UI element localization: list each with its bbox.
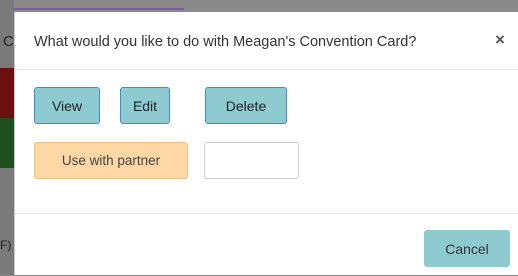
edit-button[interactable]: Edit <box>120 87 170 124</box>
partner-name-input[interactable] <box>204 142 299 179</box>
background-red-block <box>0 68 14 118</box>
background-purple-line <box>14 8 184 10</box>
view-button[interactable]: View <box>34 87 100 124</box>
background-fragment-bottom-text: F) <box>0 238 12 252</box>
delete-button[interactable]: Delete <box>205 87 287 124</box>
convention-card-dialog: What would you like to do with Meagan's … <box>14 12 518 275</box>
background-green-block <box>0 118 14 168</box>
close-icon[interactable]: × <box>495 30 505 50</box>
use-with-partner-button[interactable]: Use with partner <box>34 142 188 179</box>
cancel-button[interactable]: Cancel <box>424 230 510 267</box>
dialog-title: What would you like to do with Meagan's … <box>34 34 417 50</box>
background-fragment-text: C <box>3 33 14 50</box>
dialog-header: What would you like to do with Meagan's … <box>15 12 518 70</box>
